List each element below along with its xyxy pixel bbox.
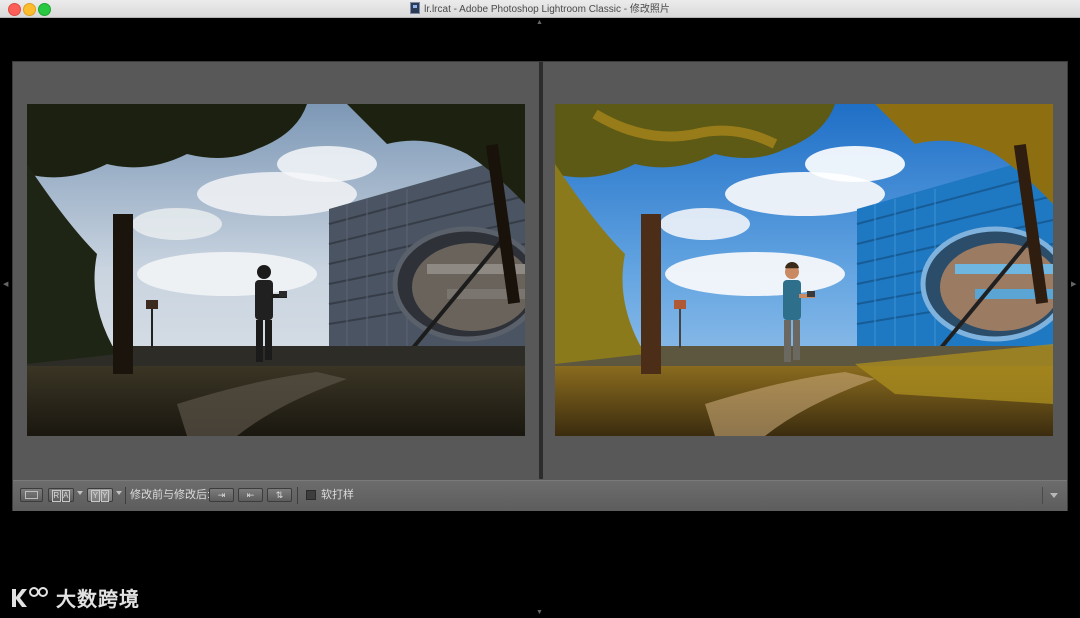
toolbar-divider: [297, 487, 298, 504]
before-after-left-right-button[interactable]: R A: [48, 488, 74, 502]
swap-before-after-button[interactable]: ⇅: [267, 488, 292, 502]
after-photo[interactable]: [555, 104, 1053, 436]
loupe-view-icon: [25, 491, 38, 499]
after-pane[interactable]: [543, 62, 1067, 479]
swap-icon: ⇅: [275, 490, 284, 500]
before-after-split-button[interactable]: Y Y: [87, 488, 113, 502]
yy-icon: Y Y: [91, 490, 109, 502]
catalog-file-icon: [410, 2, 421, 14]
before-photo-image: [27, 104, 525, 436]
ra-icon: R A: [52, 490, 70, 502]
toolbar-divider: [125, 487, 126, 504]
ra-glyph-a: A: [61, 490, 70, 502]
window-title: lr.lrcat - Adobe Photoshop Lightroom Cla…: [424, 4, 670, 15]
triangle-left-icon[interactable]: ◀: [3, 281, 8, 288]
before-photo[interactable]: [27, 104, 525, 436]
copy-left-icon: ⇤: [246, 490, 255, 500]
watermark-text: 大数跨境: [56, 588, 140, 611]
copy-after-to-before-button[interactable]: ⇤: [238, 488, 263, 502]
copy-before-to-after-button[interactable]: ⇥: [209, 488, 234, 502]
triangle-down-icon[interactable]: ▼: [536, 609, 543, 616]
yy-glyph-left: Y: [91, 490, 100, 502]
loupe-view-button[interactable]: [20, 488, 43, 502]
yy-dropdown-caret-icon[interactable]: [116, 491, 122, 495]
before-pane[interactable]: [13, 62, 539, 479]
compare-workspace: R A Y Y 修改前与修改后: ⇥ ⇤ ⇅ 软打样: [12, 61, 1068, 511]
soft-proof-label[interactable]: 软打样: [321, 489, 354, 502]
chevron-down-icon[interactable]: [1042, 487, 1063, 504]
watermark: 大数跨境: [10, 582, 140, 612]
triangle-up-icon[interactable]: ▲: [536, 19, 543, 26]
before-after-label: 修改前与修改后:: [130, 489, 211, 501]
compare-toolbar: R A Y Y 修改前与修改后: ⇥ ⇤ ⇅ 软打样: [13, 480, 1067, 511]
k100-logo: [12, 587, 48, 607]
title-bar: lr.lrcat - Adobe Photoshop Lightroom Cla…: [0, 0, 1080, 18]
ra-glyph-r: R: [52, 490, 61, 502]
yy-glyph-right: Y: [100, 490, 109, 502]
copy-right-icon: ⇥: [217, 490, 226, 500]
window-title-wrap: lr.lrcat - Adobe Photoshop Lightroom Cla…: [0, 2, 1080, 16]
after-photo-image: [555, 104, 1053, 436]
soft-proof-checkbox[interactable]: [306, 490, 316, 500]
triangle-right-icon[interactable]: ▶: [1071, 281, 1076, 288]
ra-dropdown-caret-icon[interactable]: [77, 491, 83, 495]
